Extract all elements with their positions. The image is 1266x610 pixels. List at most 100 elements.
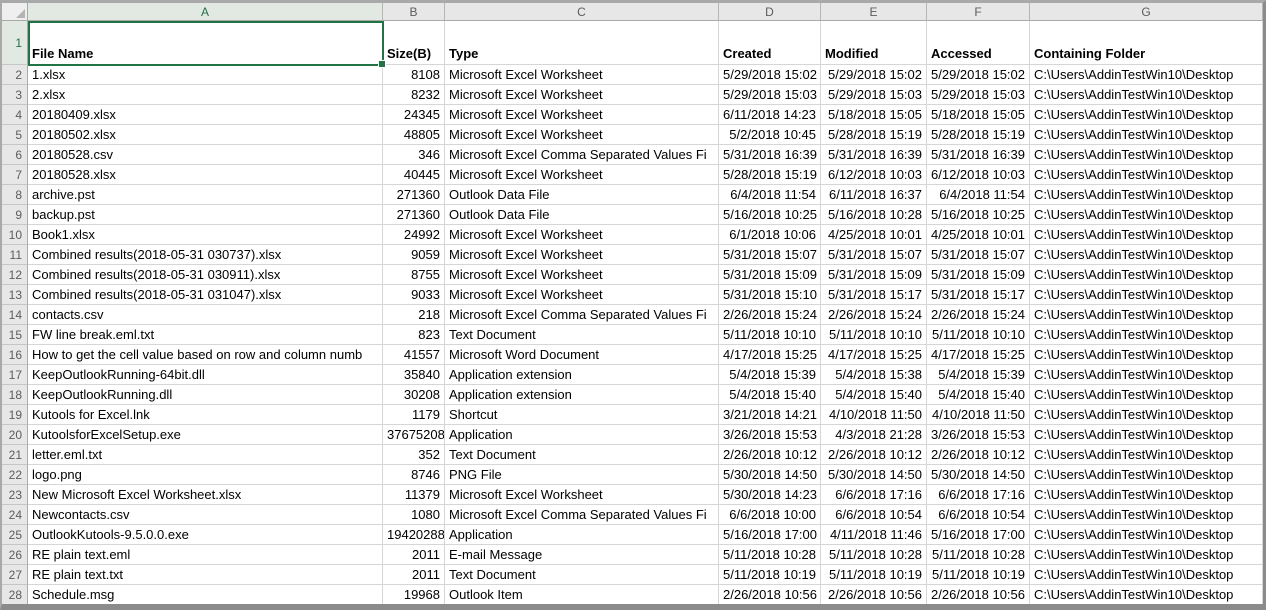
cell-E6[interactable]: 5/31/2018 16:39 xyxy=(821,145,927,165)
cell-D14[interactable]: 2/26/2018 15:24 xyxy=(719,305,821,325)
cell-F26[interactable]: 5/11/2018 10:28 xyxy=(927,545,1030,565)
cell-D7[interactable]: 5/28/2018 15:19 xyxy=(719,165,821,185)
cell-D10[interactable]: 6/1/2018 10:06 xyxy=(719,225,821,245)
cell-G6[interactable]: C:\Users\AddinTestWin10\Desktop xyxy=(1030,145,1263,165)
cell-D19[interactable]: 3/21/2018 14:21 xyxy=(719,405,821,425)
cell-C3[interactable]: Microsoft Excel Worksheet xyxy=(445,85,719,105)
cell-C19[interactable]: Shortcut xyxy=(445,405,719,425)
cell-B1[interactable]: Size(B) xyxy=(383,21,445,65)
row-header-23[interactable]: 23 xyxy=(2,485,28,505)
cell-B4[interactable]: 24345 xyxy=(383,105,445,125)
cell-F16[interactable]: 4/17/2018 15:25 xyxy=(927,345,1030,365)
cell-B11[interactable]: 9059 xyxy=(383,245,445,265)
row-header-15[interactable]: 15 xyxy=(2,325,28,345)
cell-G10[interactable]: C:\Users\AddinTestWin10\Desktop xyxy=(1030,225,1263,245)
cell-E18[interactable]: 5/4/2018 15:40 xyxy=(821,385,927,405)
row-header-9[interactable]: 9 xyxy=(2,205,28,225)
cell-G4[interactable]: C:\Users\AddinTestWin10\Desktop xyxy=(1030,105,1263,125)
row-header-3[interactable]: 3 xyxy=(2,85,28,105)
cell-E14[interactable]: 2/26/2018 15:24 xyxy=(821,305,927,325)
cell-F27[interactable]: 5/11/2018 10:19 xyxy=(927,565,1030,585)
cell-A18[interactable]: KeepOutlookRunning.dll xyxy=(28,385,383,405)
cell-F25[interactable]: 5/16/2018 17:00 xyxy=(927,525,1030,545)
cell-F17[interactable]: 5/4/2018 15:39 xyxy=(927,365,1030,385)
cell-F24[interactable]: 6/6/2018 10:54 xyxy=(927,505,1030,525)
cell-A20[interactable]: KutoolsforExcelSetup.exe xyxy=(28,425,383,445)
cell-D12[interactable]: 5/31/2018 15:09 xyxy=(719,265,821,285)
cell-E26[interactable]: 5/11/2018 10:28 xyxy=(821,545,927,565)
cell-F10[interactable]: 4/25/2018 10:01 xyxy=(927,225,1030,245)
cell-C25[interactable]: Application xyxy=(445,525,719,545)
cell-F22[interactable]: 5/30/2018 14:50 xyxy=(927,465,1030,485)
row-header-14[interactable]: 14 xyxy=(2,305,28,325)
cell-G2[interactable]: C:\Users\AddinTestWin10\Desktop xyxy=(1030,65,1263,85)
cell-C11[interactable]: Microsoft Excel Worksheet xyxy=(445,245,719,265)
cell-G13[interactable]: C:\Users\AddinTestWin10\Desktop xyxy=(1030,285,1263,305)
cell-B7[interactable]: 40445 xyxy=(383,165,445,185)
cell-B23[interactable]: 11379 xyxy=(383,485,445,505)
cell-B20[interactable]: 37675208 xyxy=(383,425,445,445)
cell-C24[interactable]: Microsoft Excel Comma Separated Values F… xyxy=(445,505,719,525)
cell-F7[interactable]: 6/12/2018 10:03 xyxy=(927,165,1030,185)
cell-E28[interactable]: 2/26/2018 10:56 xyxy=(821,585,927,605)
cell-G12[interactable]: C:\Users\AddinTestWin10\Desktop xyxy=(1030,265,1263,285)
cell-B2[interactable]: 8108 xyxy=(383,65,445,85)
cell-A14[interactable]: contacts.csv xyxy=(28,305,383,325)
cell-E25[interactable]: 4/11/2018 11:46 xyxy=(821,525,927,545)
cell-A17[interactable]: KeepOutlookRunning-64bit.dll xyxy=(28,365,383,385)
cell-B8[interactable]: 271360 xyxy=(383,185,445,205)
cell-A28[interactable]: Schedule.msg xyxy=(28,585,383,605)
cell-F6[interactable]: 5/31/2018 16:39 xyxy=(927,145,1030,165)
cell-F13[interactable]: 5/31/2018 15:17 xyxy=(927,285,1030,305)
cell-E4[interactable]: 5/18/2018 15:05 xyxy=(821,105,927,125)
row-header-1[interactable]: 1 xyxy=(2,21,28,65)
cell-D17[interactable]: 5/4/2018 15:39 xyxy=(719,365,821,385)
cell-F11[interactable]: 5/31/2018 15:07 xyxy=(927,245,1030,265)
row-header-12[interactable]: 12 xyxy=(2,265,28,285)
cell-D23[interactable]: 5/30/2018 14:23 xyxy=(719,485,821,505)
cell-C14[interactable]: Microsoft Excel Comma Separated Values F… xyxy=(445,305,719,325)
cell-D22[interactable]: 5/30/2018 14:50 xyxy=(719,465,821,485)
row-header-8[interactable]: 8 xyxy=(2,185,28,205)
cell-F15[interactable]: 5/11/2018 10:10 xyxy=(927,325,1030,345)
cell-G26[interactable]: C:\Users\AddinTestWin10\Desktop xyxy=(1030,545,1263,565)
column-header-G[interactable]: G xyxy=(1030,3,1263,21)
row-header-25[interactable]: 25 xyxy=(2,525,28,545)
cell-D15[interactable]: 5/11/2018 10:10 xyxy=(719,325,821,345)
cell-B24[interactable]: 1080 xyxy=(383,505,445,525)
row-header-24[interactable]: 24 xyxy=(2,505,28,525)
cell-C27[interactable]: Text Document xyxy=(445,565,719,585)
cell-E21[interactable]: 2/26/2018 10:12 xyxy=(821,445,927,465)
cell-F2[interactable]: 5/29/2018 15:02 xyxy=(927,65,1030,85)
row-header-5[interactable]: 5 xyxy=(2,125,28,145)
cell-B26[interactable]: 2011 xyxy=(383,545,445,565)
cell-C1[interactable]: Type xyxy=(445,21,719,65)
cell-A7[interactable]: 20180528.xlsx xyxy=(28,165,383,185)
cell-G20[interactable]: C:\Users\AddinTestWin10\Desktop xyxy=(1030,425,1263,445)
row-header-13[interactable]: 13 xyxy=(2,285,28,305)
cell-F5[interactable]: 5/28/2018 15:19 xyxy=(927,125,1030,145)
cell-D2[interactable]: 5/29/2018 15:02 xyxy=(719,65,821,85)
cell-C15[interactable]: Text Document xyxy=(445,325,719,345)
cell-D3[interactable]: 5/29/2018 15:03 xyxy=(719,85,821,105)
cell-E8[interactable]: 6/11/2018 16:37 xyxy=(821,185,927,205)
cell-D20[interactable]: 3/26/2018 15:53 xyxy=(719,425,821,445)
cell-C9[interactable]: Outlook Data File xyxy=(445,205,719,225)
cell-A15[interactable]: FW line break.eml.txt xyxy=(28,325,383,345)
cell-G7[interactable]: C:\Users\AddinTestWin10\Desktop xyxy=(1030,165,1263,185)
cell-B13[interactable]: 9033 xyxy=(383,285,445,305)
row-header-27[interactable]: 27 xyxy=(2,565,28,585)
cell-D6[interactable]: 5/31/2018 16:39 xyxy=(719,145,821,165)
cell-A8[interactable]: archive.pst xyxy=(28,185,383,205)
cell-D9[interactable]: 5/16/2018 10:25 xyxy=(719,205,821,225)
cell-D16[interactable]: 4/17/2018 15:25 xyxy=(719,345,821,365)
row-header-4[interactable]: 4 xyxy=(2,105,28,125)
cell-C12[interactable]: Microsoft Excel Worksheet xyxy=(445,265,719,285)
cell-B25[interactable]: 19420288 xyxy=(383,525,445,545)
cell-D24[interactable]: 6/6/2018 10:00 xyxy=(719,505,821,525)
cell-B6[interactable]: 346 xyxy=(383,145,445,165)
cell-F18[interactable]: 5/4/2018 15:40 xyxy=(927,385,1030,405)
cell-A6[interactable]: 20180528.csv xyxy=(28,145,383,165)
cell-D18[interactable]: 5/4/2018 15:40 xyxy=(719,385,821,405)
cell-F19[interactable]: 4/10/2018 11:50 xyxy=(927,405,1030,425)
